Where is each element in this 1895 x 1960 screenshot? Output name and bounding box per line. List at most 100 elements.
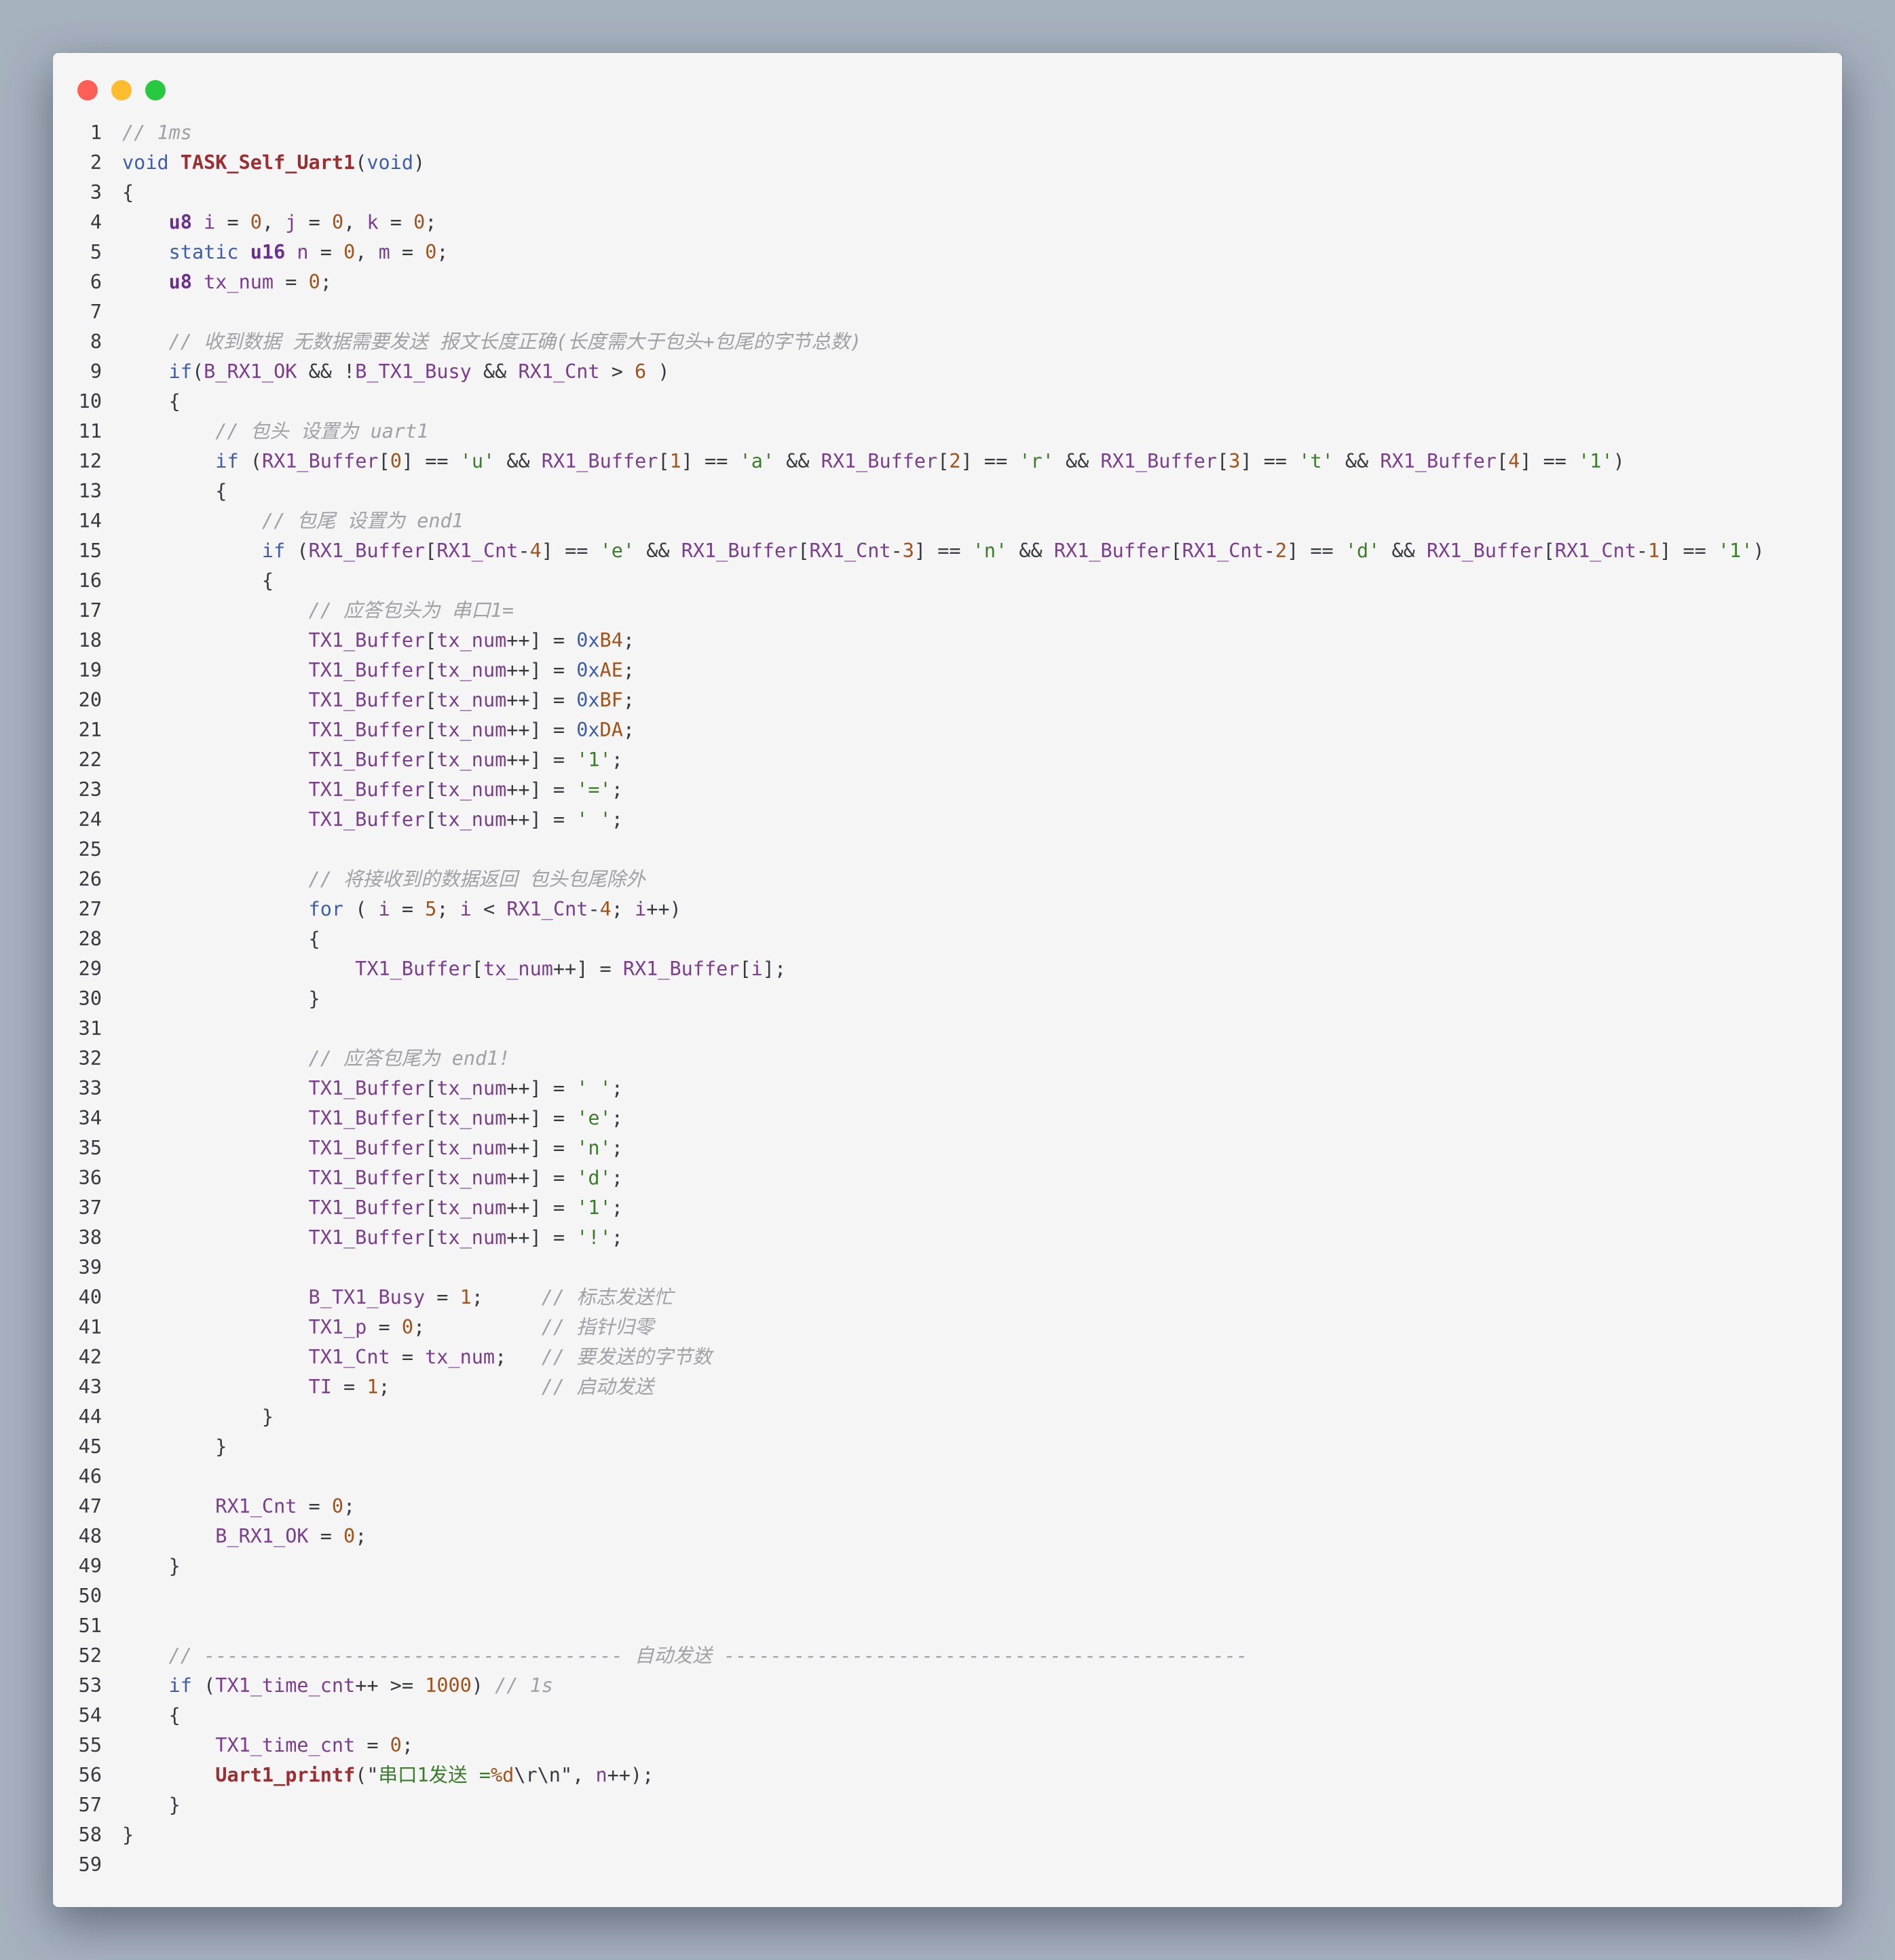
- line-number: 21: [78, 719, 102, 741]
- line-number: 28: [78, 928, 102, 950]
- line-source: TX1_Buffer[tx_num++] = '!';: [122, 1223, 1842, 1253]
- code-line: 44 }: [53, 1402, 1842, 1432]
- line-number: 25: [78, 838, 102, 861]
- code-token: 0: [343, 1525, 356, 1547]
- code-token: ' ': [576, 808, 612, 831]
- code-token: ;: [413, 1316, 542, 1338]
- line-source: // 包头 设置为 uart1: [122, 417, 1842, 447]
- code-editor[interactable]: 1// 1ms 2 void TASK_Self_Uart1(void) 3{4 u8…: [53, 118, 1842, 1880]
- line-source: TX1_Cnt = tx_num; // 要发送的字节数: [122, 1342, 1842, 1372]
- code-token: ;: [611, 1167, 623, 1189]
- code-token: tx_num: [436, 719, 507, 741]
- code-token: ;: [495, 1346, 542, 1368]
- code-token: '!': [576, 1226, 612, 1249]
- line-source: TX1_Buffer[tx_num++] = '1';: [122, 1193, 1842, 1223]
- code-token: if: [215, 450, 239, 472]
- code-token: ++] =: [506, 1167, 577, 1189]
- code-token: 串口1发送 =: [378, 1764, 491, 1786]
- code-token: // 要发送的字节数: [541, 1346, 712, 1368]
- code-token: &&: [1333, 450, 1381, 472]
- code-line: 10 {: [53, 387, 1842, 417]
- code-token: 1000: [425, 1674, 472, 1697]
- code-token: 't': [1298, 450, 1334, 472]
- code-token: TASK_Self_Uart1: [180, 151, 356, 174]
- code-token: [: [425, 778, 437, 801]
- line-number: 50: [78, 1585, 102, 1607]
- code-token: [: [425, 689, 437, 711]
- code-token: ): [1613, 450, 1625, 472]
- zoom-button[interactable]: [145, 80, 166, 100]
- code-token: =: [390, 1346, 426, 1368]
- code-token: =: [378, 211, 414, 233]
- line-source: B_TX1_Busy = 1; // 标志发送忙: [122, 1283, 1842, 1313]
- line-number: 51: [78, 1615, 102, 1637]
- code-token: RX1_Buffer: [1426, 540, 1543, 562]
- line-source: // 收到数据 无数据需要发送 报文长度正确(长度需大于包头+包尾的字节总数): [122, 327, 1842, 357]
- code-token: ): [471, 1674, 495, 1697]
- code-token: ;: [611, 749, 623, 771]
- code-token: 0: [390, 450, 402, 472]
- line-source: if (TX1_time_cnt++ >= 1000) // 1s: [122, 1671, 1842, 1701]
- code-token: 1: [669, 450, 681, 472]
- line-source: u8 i = 0, j = 0, k = 0;: [122, 208, 1842, 238]
- line-number: 19: [78, 659, 102, 681]
- code-token: RX1_Cnt: [809, 540, 891, 562]
- code-line: 24 TX1_Buffer[tx_num++] = ' ';: [53, 805, 1842, 835]
- code-token: ;: [611, 1196, 623, 1219]
- line-number: 1: [90, 121, 102, 144]
- code-token: (: [191, 1674, 216, 1697]
- code-token: ): [646, 360, 670, 383]
- code-token: }: [122, 1555, 181, 1577]
- code-line: 58}: [53, 1820, 1842, 1850]
- code-token: ++] =: [506, 808, 577, 831]
- code-token: =: [355, 1734, 390, 1756]
- code-token: 0: [343, 241, 356, 263]
- code-line: 51: [53, 1611, 1842, 1641]
- code-token: // 1s: [495, 1674, 553, 1697]
- code-token: TX1_Buffer: [308, 1196, 426, 1219]
- code-token: ;: [471, 1286, 542, 1308]
- code-token: 5: [425, 898, 437, 920]
- code-token: // 应答包头为 串口1=: [308, 599, 514, 622]
- code-token: TX1_Cnt: [308, 1346, 390, 1368]
- code-token: ): [1752, 540, 1765, 562]
- code-token: {: [122, 569, 274, 592]
- line-source: TX1_Buffer[tx_num++] = RX1_Buffer[i];: [122, 954, 1842, 984]
- close-button[interactable]: [77, 80, 98, 100]
- code-token: tx_num: [436, 778, 507, 801]
- line-number: 45: [78, 1435, 102, 1458]
- code-token: =: [308, 241, 344, 263]
- line-source: }: [122, 1790, 1842, 1820]
- code-token: (: [285, 540, 309, 562]
- code-token: 'r': [1019, 450, 1054, 472]
- code-token: [: [425, 749, 437, 771]
- line-source: for ( i = 5; i < RX1_Cnt-4; i++): [122, 894, 1842, 924]
- code-token: 2: [949, 450, 961, 472]
- code-token: tx_num: [436, 808, 507, 831]
- line-source: [122, 1611, 1842, 1641]
- code-line: 29 TX1_Buffer[tx_num++] = RX1_Buffer[i];: [53, 954, 1842, 984]
- code-token: [: [425, 629, 437, 652]
- code-line: 48 B_RX1_OK = 0;: [53, 1522, 1842, 1551]
- minimize-button[interactable]: [111, 80, 132, 100]
- line-number: 42: [78, 1346, 102, 1368]
- line-source: u8 tx_num = 0;: [122, 267, 1842, 297]
- line-number: 4: [90, 211, 102, 233]
- line-number: 3: [90, 181, 102, 204]
- code-token: ++] =: [506, 1226, 577, 1249]
- code-token: 0: [331, 1495, 344, 1518]
- code-token: // 标志发送忙: [541, 1286, 673, 1308]
- line-source: [122, 297, 1842, 327]
- code-line: 36 TX1_Buffer[tx_num++] = 'd';: [53, 1163, 1842, 1193]
- code-line: 14 // 包尾 设置为 end1: [53, 506, 1842, 536]
- code-token: ++);: [607, 1764, 654, 1786]
- code-line: 42 TX1_Cnt = tx_num; // 要发送的字节数: [53, 1342, 1842, 1372]
